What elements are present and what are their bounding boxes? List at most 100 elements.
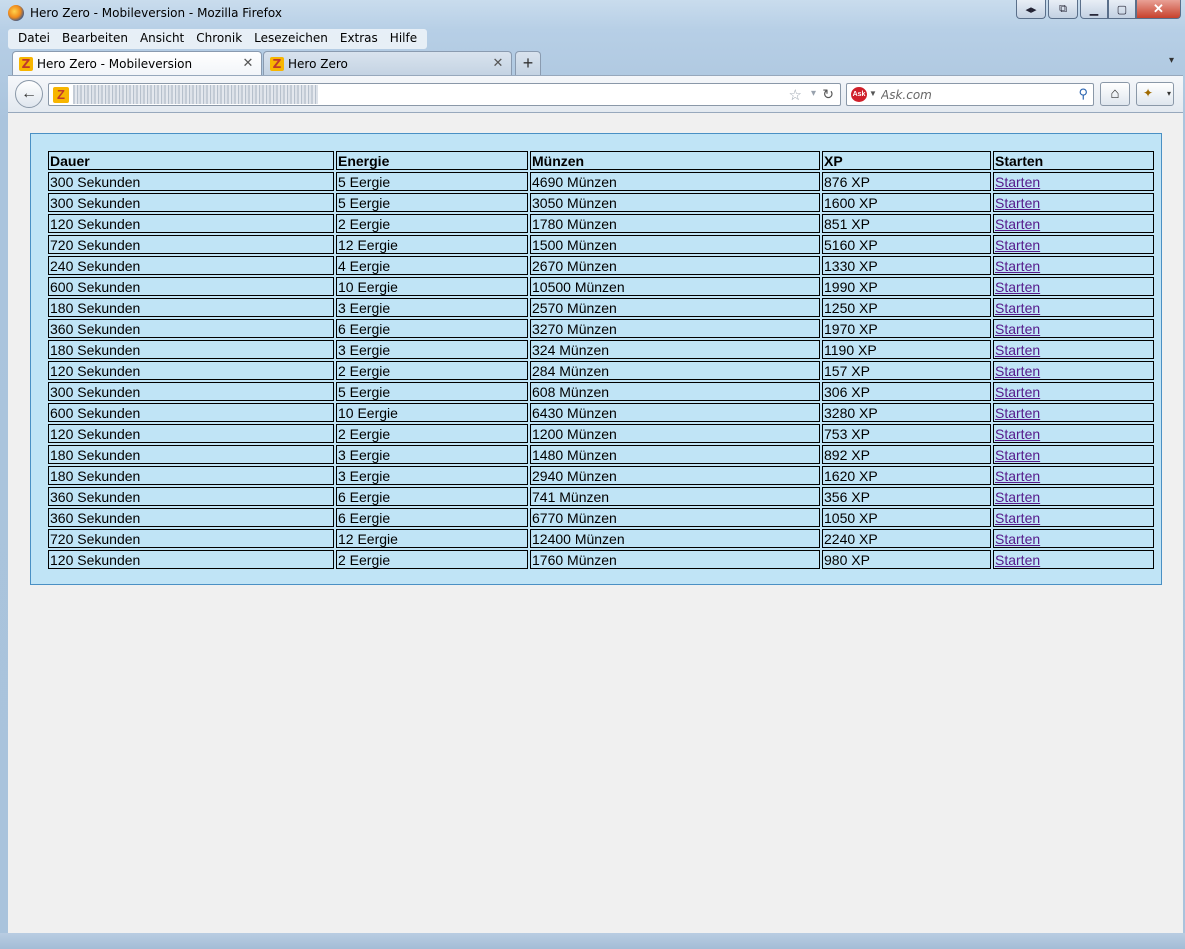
cell-starten: Starten (993, 361, 1154, 380)
cell-xp: 980 XP (822, 550, 991, 569)
cell-xp: 1970 XP (822, 319, 991, 338)
column-header-muenzen: Münzen (530, 151, 820, 170)
search-bar[interactable]: Ask ▼ ⚲ (846, 83, 1094, 106)
cell-muenzen: 4690 Münzen (530, 172, 820, 191)
close-tab-icon[interactable]: ✕ (491, 56, 505, 71)
close-window-button[interactable]: ✕ (1136, 0, 1181, 19)
start-mission-link[interactable]: Starten (995, 384, 1040, 400)
menu-chronik[interactable]: Chronik (190, 29, 248, 49)
cell-starten: Starten (993, 340, 1154, 359)
start-mission-link[interactable]: Starten (995, 237, 1040, 253)
tab-hero-zero[interactable]: Z Hero Zero ✕ (263, 51, 512, 75)
cell-muenzen: 1200 Münzen (530, 424, 820, 443)
reload-icon[interactable]: ↻ (822, 86, 834, 103)
url-history-dropdown-icon[interactable]: ▾ (811, 88, 816, 99)
addon-button[interactable]: ✦ ▾ (1136, 82, 1174, 106)
cell-muenzen: 2670 Münzen (530, 256, 820, 275)
home-button[interactable]: ⌂ (1100, 82, 1130, 106)
table-row: 300 Sekunden 5 Eergie 608 Münzen 306 XP Star… (48, 382, 1154, 401)
table-row: 600 Sekunden 10 Eergie 10500 Münzen 1990 XP… (48, 277, 1154, 296)
missions-panel: Dauer Energie Münzen XP Starten 300 Seku… (30, 133, 1162, 585)
menu-hilfe[interactable]: Hilfe (384, 29, 423, 49)
start-mission-link[interactable]: Starten (995, 279, 1040, 295)
start-mission-link[interactable]: Starten (995, 258, 1040, 274)
start-mission-link[interactable]: Starten (995, 174, 1040, 190)
table-row: 720 Sekunden 12 Eergie 1500 Münzen 5160 XP S… (48, 235, 1154, 254)
cell-xp: 1600 XP (822, 193, 991, 212)
start-mission-link[interactable]: Starten (995, 468, 1040, 484)
cell-dauer: 720 Sekunden (48, 235, 334, 254)
start-mission-link[interactable]: Starten (995, 552, 1040, 568)
cell-xp: 1990 XP (822, 277, 991, 296)
title-bar: Hero Zero - Mobileversion - Mozilla Fire… (0, 0, 1185, 28)
start-mission-link[interactable]: Starten (995, 510, 1040, 526)
cell-starten: Starten (993, 256, 1154, 275)
cell-starten: Starten (993, 319, 1154, 338)
cell-muenzen: 608 Münzen (530, 382, 820, 401)
table-row: 600 Sekunden 10 Eergie 6430 Münzen 3280 XP S… (48, 403, 1154, 422)
start-mission-link[interactable]: Starten (995, 489, 1040, 505)
start-mission-link[interactable]: Starten (995, 216, 1040, 232)
list-all-tabs-icon[interactable]: ▾ (1169, 55, 1174, 66)
start-mission-link[interactable]: Starten (995, 300, 1040, 316)
search-icon[interactable]: ⚲ (1078, 86, 1088, 102)
table-row: 120 Sekunden 2 Eergie 1200 Münzen 753 XP Sta… (48, 424, 1154, 443)
menu-datei[interactable]: Datei (12, 29, 56, 49)
cell-dauer: 600 Sekunden (48, 277, 334, 296)
close-tab-icon[interactable]: ✕ (241, 56, 255, 71)
cell-dauer: 180 Sekunden (48, 466, 334, 485)
start-mission-link[interactable]: Starten (995, 342, 1040, 358)
cell-energie: 4 Eergie (336, 256, 528, 275)
menu-lesezeichen[interactable]: Lesezeichen (248, 29, 334, 49)
table-row: 180 Sekunden 3 Eergie 1480 Münzen 892 XP Sta… (48, 445, 1154, 464)
cell-starten: Starten (993, 466, 1154, 485)
cell-xp: 1620 XP (822, 466, 991, 485)
bookmark-star-icon[interactable]: ☆ (789, 86, 802, 104)
search-input[interactable] (881, 86, 1061, 103)
restore-page-button[interactable]: ⧉ (1048, 0, 1078, 19)
cell-xp: 3280 XP (822, 403, 991, 422)
cell-dauer: 180 Sekunden (48, 298, 334, 317)
maximize-button[interactable]: ▢ (1108, 0, 1136, 19)
url-bar[interactable]: Z ☆ ▾ ↻ (48, 83, 841, 106)
cell-energie: 12 Eergie (336, 529, 528, 548)
cell-starten: Starten (993, 235, 1154, 254)
menu-bearbeiten[interactable]: Bearbeiten (56, 29, 134, 49)
cell-energie: 5 Eergie (336, 172, 528, 191)
cell-energie: 12 Eergie (336, 235, 528, 254)
addon-icon: ✦ (1143, 86, 1154, 100)
cell-muenzen: 1780 Münzen (530, 214, 820, 233)
start-mission-link[interactable]: Starten (995, 405, 1040, 421)
navigation-toolbar: ← Z ☆ ▾ ↻ Ask ▼ ⚲ ⌂ ✦ ▾ (8, 75, 1183, 113)
cell-xp: 1250 XP (822, 298, 991, 317)
start-mission-link[interactable]: Starten (995, 321, 1040, 337)
search-engine-dropdown-icon[interactable]: ▼ (869, 89, 877, 98)
start-mission-link[interactable]: Starten (995, 426, 1040, 442)
site-identity-icon[interactable]: Z (53, 87, 69, 103)
minimize-button[interactable]: ▁ (1080, 0, 1108, 19)
cell-muenzen: 2940 Münzen (530, 466, 820, 485)
start-mission-link[interactable]: Starten (995, 195, 1040, 211)
cell-dauer: 600 Sekunden (48, 403, 334, 422)
cell-energie: 10 Eergie (336, 403, 528, 422)
cell-xp: 1190 XP (822, 340, 991, 359)
cell-muenzen: 1760 Münzen (530, 550, 820, 569)
tab-hero-zero-mobile[interactable]: Z Hero Zero - Mobileversion ✕ (12, 51, 262, 75)
cell-dauer: 360 Sekunden (48, 319, 334, 338)
new-tab-button[interactable]: + (515, 51, 541, 75)
start-mission-link[interactable]: Starten (995, 531, 1040, 547)
back-button[interactable]: ← (15, 80, 43, 108)
cell-xp: 1330 XP (822, 256, 991, 275)
addon-dropdown-icon[interactable]: ▾ (1167, 83, 1171, 104)
cell-dauer: 120 Sekunden (48, 214, 334, 233)
table-row: 720 Sekunden 12 Eergie 12400 Münzen 2240 XP… (48, 529, 1154, 548)
window-controls: ◂▸ ⧉ ▁ ▢ ✕ (1016, 0, 1181, 20)
start-mission-link[interactable]: Starten (995, 447, 1040, 463)
menu-extras[interactable]: Extras (334, 29, 384, 49)
menu-ansicht[interactable]: Ansicht (134, 29, 190, 49)
switch-window-button[interactable]: ◂▸ (1016, 0, 1046, 19)
start-mission-link[interactable]: Starten (995, 363, 1040, 379)
firefox-icon (8, 5, 24, 21)
cell-starten: Starten (993, 529, 1154, 548)
ask-search-engine-icon[interactable]: Ask (851, 87, 867, 102)
